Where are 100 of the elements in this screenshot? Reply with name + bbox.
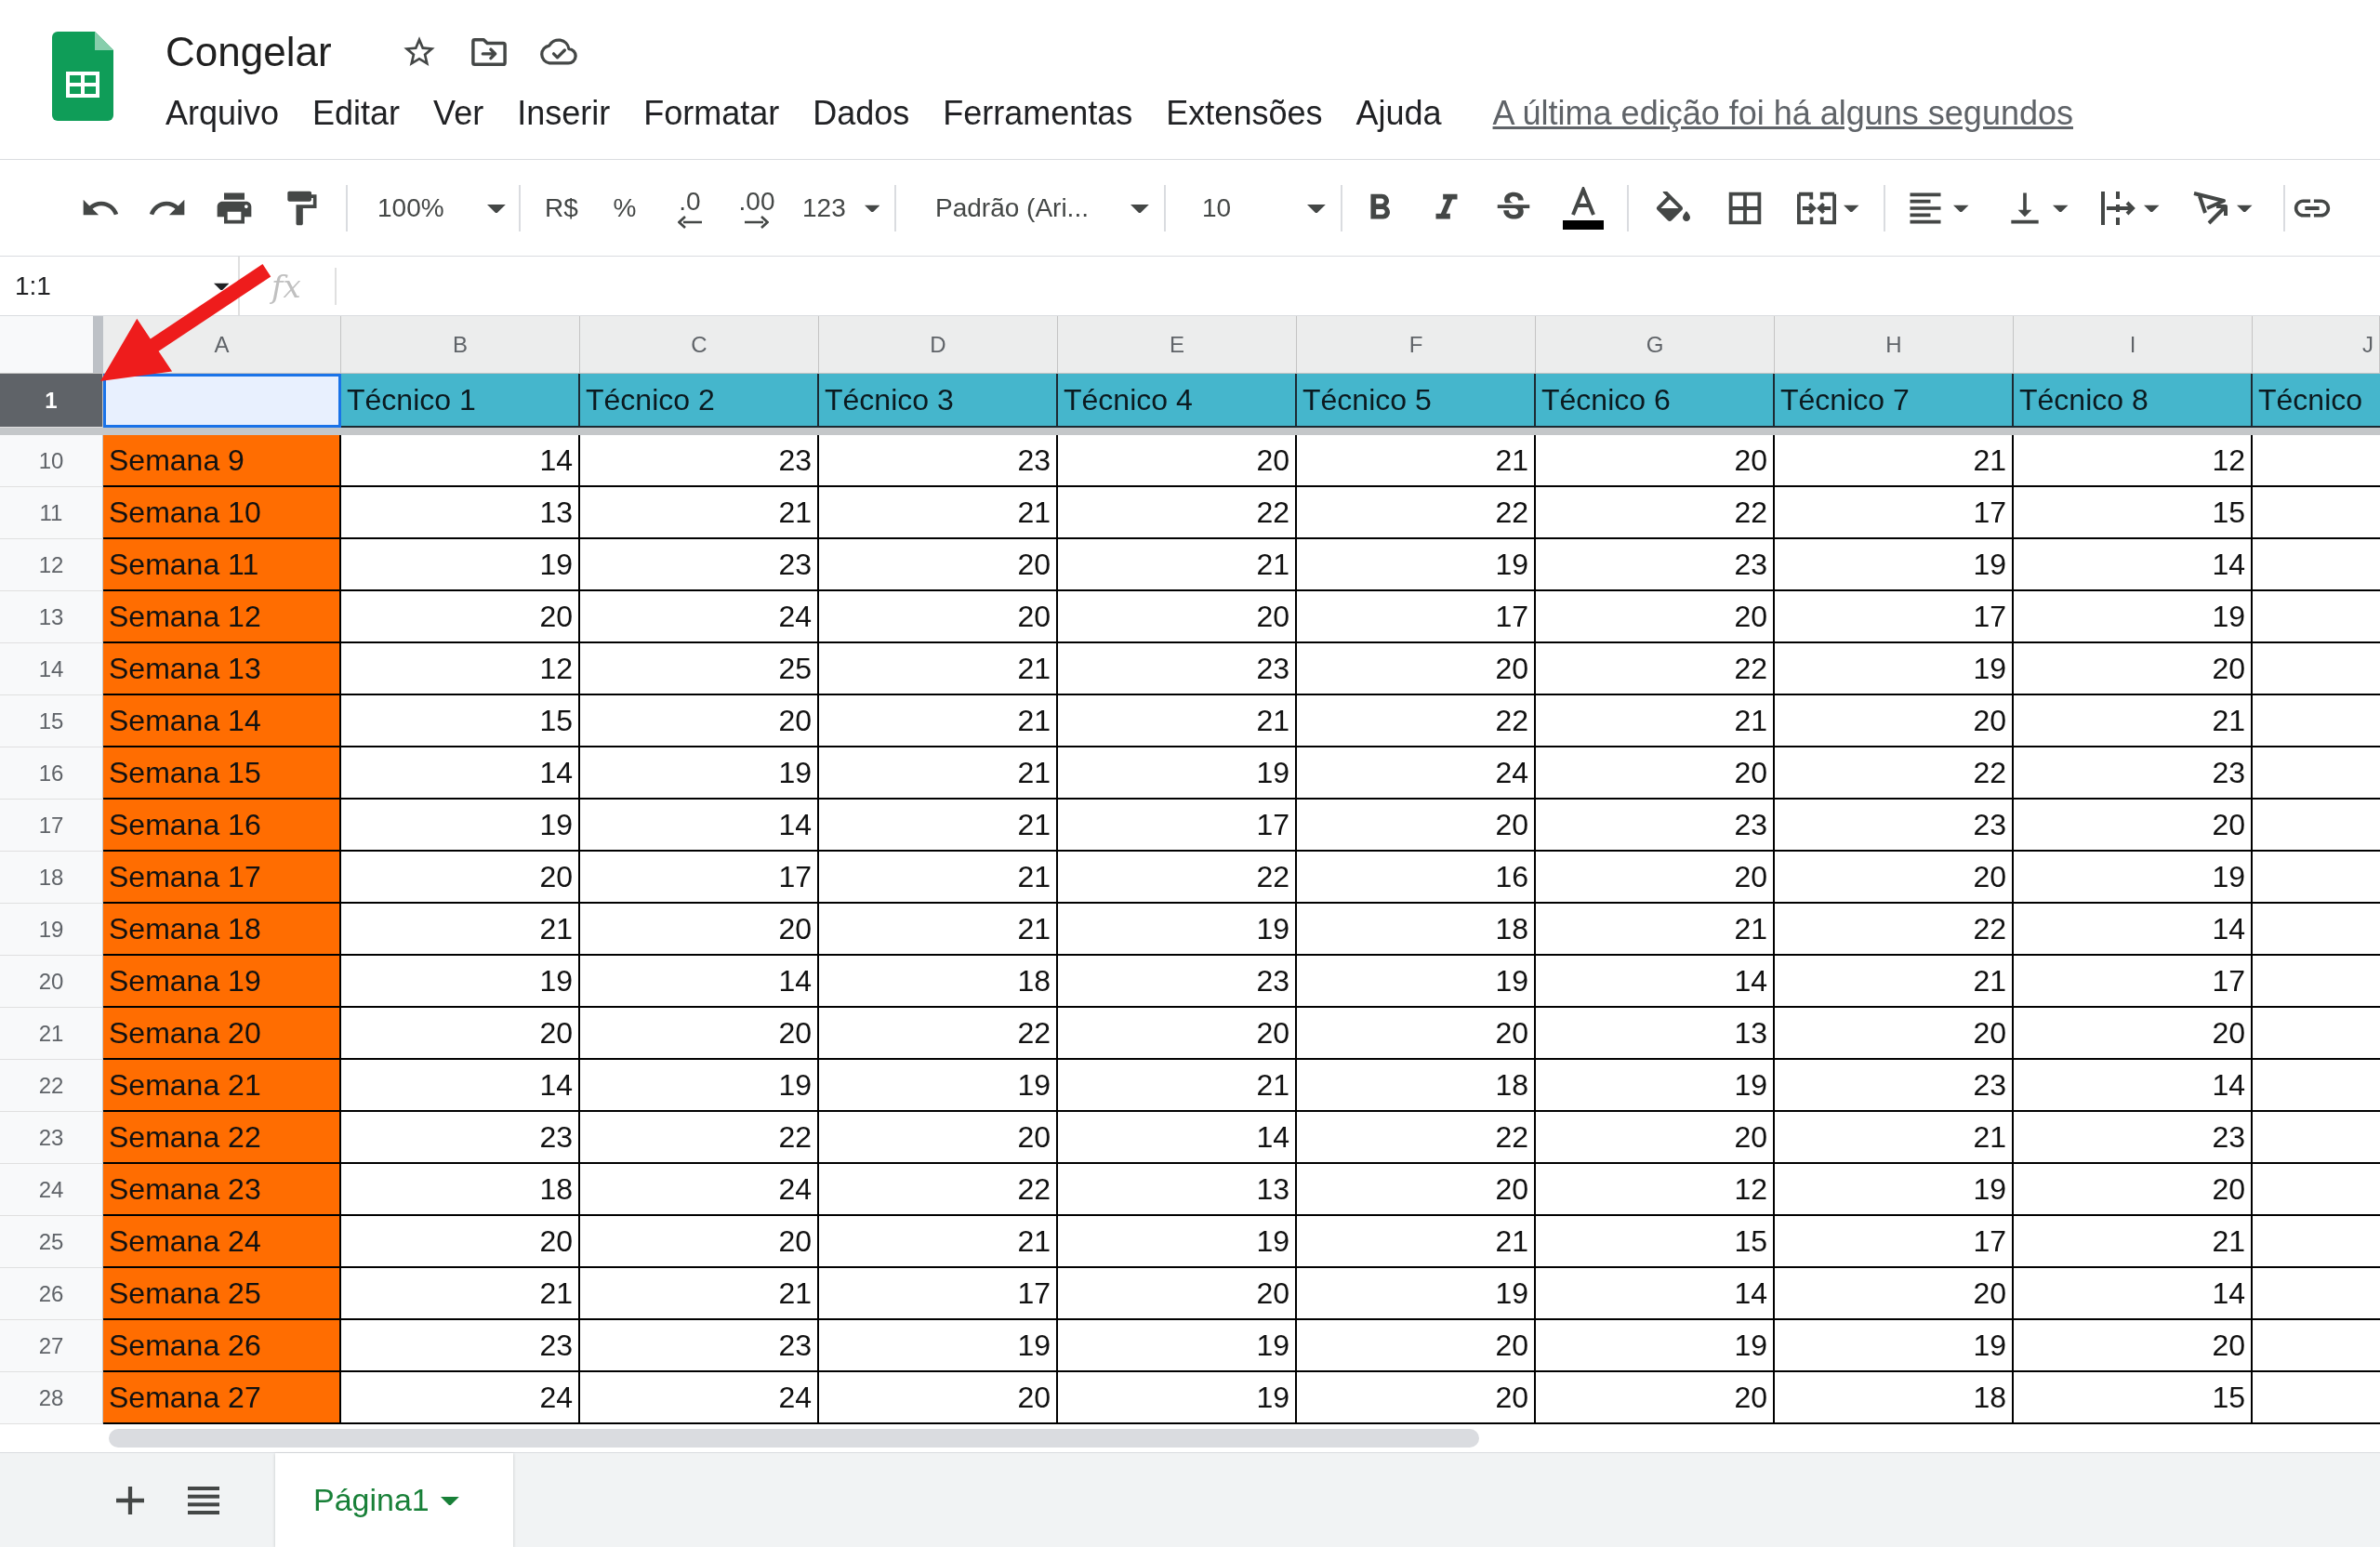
table-cell: 20 — [819, 1112, 1058, 1164]
table-cell: 24 — [580, 591, 819, 643]
table-cell: 15 — [2014, 487, 2253, 539]
table-cell: 21 — [819, 852, 1058, 904]
increase-decimals-button[interactable]: .00 — [721, 178, 792, 238]
menu-item[interactable]: Extensões — [1149, 90, 1340, 137]
table-cell: 13 — [1536, 1008, 1775, 1060]
row-number: 11 — [0, 487, 103, 539]
caret-icon — [1953, 203, 1969, 213]
last-edit-link[interactable]: A última edição foi há alguns segundos — [1492, 94, 2073, 133]
folder-move-icon[interactable] — [470, 37, 507, 67]
caret-icon — [213, 281, 229, 291]
table-cell: 22 — [1297, 1112, 1536, 1164]
number-format-dropdown[interactable]: 123 — [792, 178, 883, 238]
function-label: fx — [271, 267, 301, 305]
caret-icon — [2053, 203, 2069, 213]
table-cell: 19 — [341, 956, 580, 1008]
merge-cells-icon — [1797, 191, 1836, 225]
sheet-tab[interactable]: Página1 — [275, 1453, 513, 1547]
sheet-list-icon — [188, 1486, 219, 1514]
table-cell: Semana 11 — [103, 539, 341, 591]
table-cell: 18 — [341, 1164, 580, 1216]
text-rotation-icon — [2192, 189, 2229, 227]
percent-button[interactable]: % — [591, 178, 658, 238]
menu-item[interactable]: Arquivo — [149, 90, 297, 137]
menu-item[interactable]: Ferramentas — [926, 90, 1150, 137]
table-cell: 20 — [341, 852, 580, 904]
table-cell: 14 — [1536, 956, 1775, 1008]
table-cell: 20 — [2014, 643, 2253, 695]
table-cell: 18 — [1775, 1372, 2014, 1424]
table-cell: 21 — [1536, 695, 1775, 747]
table-cell: Semana 19 — [103, 956, 341, 1008]
table-cell: Técnico 5 — [1297, 374, 1536, 428]
zoom-dropdown[interactable]: 100% — [359, 178, 509, 238]
table-cell: 20 — [1775, 1008, 2014, 1060]
scrollbar-thumb[interactable] — [109, 1429, 1479, 1448]
cloud-check-icon[interactable] — [539, 38, 577, 66]
menu-item[interactable]: Dados — [796, 90, 927, 137]
menu-item[interactable]: Editar — [296, 90, 417, 137]
sheets-logo[interactable] — [52, 32, 113, 121]
table-cell: 24 — [580, 1372, 819, 1424]
table-cell: 20 — [341, 591, 580, 643]
caret-icon — [2237, 203, 2253, 213]
font-size-dropdown[interactable]: 10 — [1177, 178, 1329, 238]
table-cell: 19 — [341, 539, 580, 591]
table-cell: 21 — [819, 695, 1058, 747]
table-cell: 17 — [819, 1268, 1058, 1320]
caret-icon — [440, 1494, 459, 1506]
row-number: 21 — [0, 1008, 103, 1060]
table-cell: Semana 17 — [103, 852, 341, 904]
table-cell: Semana 25 — [103, 1268, 341, 1320]
menu-item[interactable]: Formatar — [627, 90, 797, 137]
table-cell: Semana 20 — [103, 1008, 341, 1060]
table-cell: 19 — [819, 1320, 1058, 1372]
column-header: H — [1775, 316, 2014, 374]
table-cell: 24 — [341, 1372, 580, 1424]
table-cell: 19 — [1058, 1216, 1297, 1268]
table-cell: 25 — [580, 643, 819, 695]
table-cell: 16 — [1297, 852, 1536, 904]
menu-item[interactable]: Ver — [416, 90, 501, 137]
table-cell: 21 — [1775, 435, 2014, 487]
caret-icon — [1307, 202, 1326, 214]
table-cell: 21 — [1297, 435, 1536, 487]
table-cell: 17 — [1775, 591, 2014, 643]
table-cell: 13 — [1058, 1164, 1297, 1216]
document-title[interactable]: Congelar — [165, 29, 332, 75]
text-color-icon — [1563, 186, 1604, 230]
table-cell: 20 — [1297, 643, 1536, 695]
currency-button[interactable]: R$ — [532, 178, 591, 238]
row-number: 28 — [0, 1372, 103, 1424]
table-cell: 19 — [2014, 591, 2253, 643]
table-cell: 24 — [1297, 747, 1536, 800]
menu-item[interactable]: Inserir — [500, 90, 628, 137]
table-cell: Semana 27 — [103, 1372, 341, 1424]
row-number: 17 — [0, 800, 103, 852]
table-cell: 21 — [819, 487, 1058, 539]
right-arrow-icon — [745, 215, 769, 229]
table-cell: 24 — [580, 1164, 819, 1216]
table-cell: Semana 16 — [103, 800, 341, 852]
decrease-decimals-button[interactable]: .0 — [658, 178, 721, 238]
table-cell: 20 — [2014, 1164, 2253, 1216]
table-cell: 20 — [1536, 747, 1775, 800]
table-cell: 20 — [1297, 1372, 1536, 1424]
table-cell: 22 — [1536, 643, 1775, 695]
menu-item[interactable]: Ajuda — [1339, 90, 1459, 137]
freeze-handle[interactable] — [93, 316, 103, 373]
table-cell: 21 — [1297, 1216, 1536, 1268]
row-number: 10 — [0, 435, 103, 487]
table-cell: 20 — [1297, 800, 1536, 852]
table-cell: 21 — [1058, 695, 1297, 747]
table-cell: 19 — [1775, 1164, 2014, 1216]
table-cell: 23 — [1775, 800, 2014, 852]
table-cell: 19 — [1297, 1268, 1536, 1320]
table-cell: 19 — [1775, 1320, 2014, 1372]
column-header: C — [580, 316, 819, 374]
font-dropdown[interactable]: Padrão (Ari... — [907, 178, 1153, 238]
table-cell: 13 — [341, 487, 580, 539]
row-number: 13 — [0, 591, 103, 643]
table-cell: 21 — [1058, 539, 1297, 591]
table-cell: 20 — [2014, 1008, 2253, 1060]
